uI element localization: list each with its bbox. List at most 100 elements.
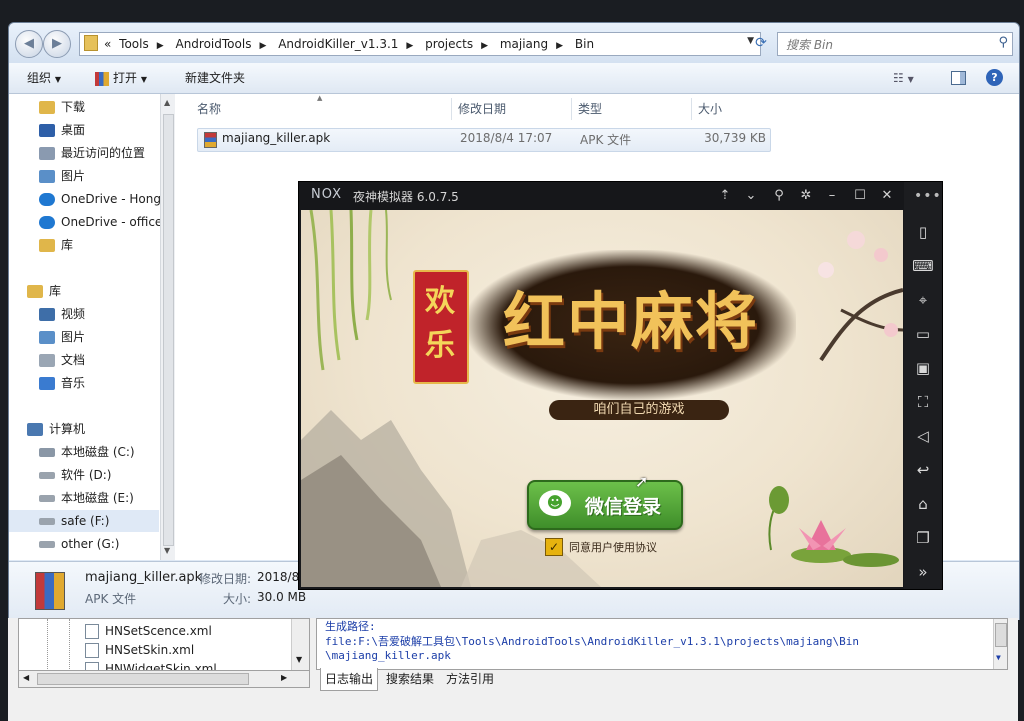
nav-item-library-fav[interactable]: 库 xyxy=(9,234,159,256)
tab-search-results[interactable]: 搜索结果 xyxy=(386,668,434,690)
organize-button[interactable]: 组织 ▼ xyxy=(27,63,61,95)
agree-text[interactable]: 同意用户使用协议 xyxy=(569,539,657,555)
file-row[interactable]: majiang_killer.apk 2018/8/4 17:07 APK 文件… xyxy=(197,128,771,152)
nav-item-music[interactable]: 音乐 xyxy=(9,372,159,394)
close-icon[interactable]: ✕ xyxy=(877,182,897,210)
nox-titlebar[interactable]: NOX 夜神模拟器 6.0.7.5 ⇡ ⌄ ⚲ ✲ – ☐ ✕ xyxy=(299,182,904,210)
refresh-icon[interactable]: ⟳ xyxy=(751,32,771,54)
wechat-login-label: 微信登录 xyxy=(585,496,662,518)
scroll-up-icon[interactable]: ▲ xyxy=(164,98,170,107)
keep-on-top-icon[interactable]: ⇡ xyxy=(715,182,735,210)
address-bar-area: ◀ ▶ « Tools ▶ AndroidTools ▶ AndroidKiller… xyxy=(9,23,1019,63)
recent-apps-icon[interactable]: ❐ xyxy=(904,522,942,554)
column-divider[interactable] xyxy=(571,98,572,120)
shake-phone-icon[interactable]: ▯ xyxy=(904,216,942,248)
scroll-down-icon[interactable]: ▼ xyxy=(164,546,170,555)
breadcrumb-androidkiller[interactable]: AndroidKiller_v1.3.1 xyxy=(278,37,398,51)
scroll-down-icon[interactable]: ▼ xyxy=(996,653,1001,662)
nav-item-desktop[interactable]: 桌面 xyxy=(9,119,159,141)
tab-log-output[interactable]: 日志输出 xyxy=(320,668,379,691)
plum-blossom-icon xyxy=(818,231,903,362)
breadcrumb-majiang[interactable]: majiang xyxy=(500,37,548,51)
minimize-icon[interactable]: – xyxy=(822,182,842,210)
nav-item-drive-e[interactable]: 本地磁盘 (E:) xyxy=(9,487,159,509)
nav-item-libraries[interactable]: 库 xyxy=(9,280,159,302)
column-divider[interactable] xyxy=(451,98,452,120)
breadcrumb-bin[interactable]: Bin xyxy=(575,37,594,51)
screen-icon[interactable]: ▭ xyxy=(904,318,942,350)
chevron-right-icon[interactable]: ▶ xyxy=(481,41,488,51)
volume-icon[interactable]: ◁ xyxy=(904,420,942,452)
home-icon[interactable]: ⌂ xyxy=(904,488,942,520)
help-icon[interactable]: ? xyxy=(986,69,1003,86)
preview-pane-icon[interactable] xyxy=(951,71,966,85)
scroll-down-icon[interactable]: ▼ xyxy=(296,655,302,664)
nav-item-pictures[interactable]: 图片 xyxy=(9,165,159,187)
wechat-login-button[interactable]: ☻ 微信登录 xyxy=(527,480,683,530)
onedrive-icon xyxy=(39,216,55,229)
breadcrumb-projects[interactable]: projects xyxy=(425,37,473,51)
details-size-label: 大小: xyxy=(223,592,252,606)
pin-icon[interactable]: ⚲ xyxy=(769,182,789,210)
agree-checkbox[interactable]: ✓ xyxy=(545,538,563,556)
scroll-left-icon[interactable]: ◀ xyxy=(23,673,29,682)
keyboard-mapping-icon[interactable]: ⌨ xyxy=(904,250,942,282)
nav-item-pictures-lib[interactable]: 图片 xyxy=(9,326,159,348)
tree-hscrollbar[interactable]: ◀ ▶ xyxy=(18,670,310,688)
expand-sidebar-icon[interactable]: » xyxy=(904,556,942,588)
search-icon[interactable]: ⚲ xyxy=(998,35,1008,50)
tree-item[interactable]: HNSetScence.xml xyxy=(85,621,212,641)
search-input[interactable]: 搜索 Bin ⚲ xyxy=(777,32,1013,56)
seal-badge: 欢乐 xyxy=(413,270,469,384)
tree-item[interactable]: HNSetSkin.xml xyxy=(85,640,194,660)
chevron-down-icon[interactable]: ⌄ xyxy=(741,182,761,210)
nav-item-onedrive-hong[interactable]: OneDrive - Hong xyxy=(9,188,161,210)
maximize-icon[interactable]: ☐ xyxy=(850,182,870,210)
nav-item-onedrive-office[interactable]: OneDrive - office xyxy=(9,211,162,233)
tree-vscrollbar[interactable]: ▼ xyxy=(291,619,309,671)
wechat-icon: ☻ xyxy=(539,490,571,516)
tab-method-references[interactable]: 方法引用 xyxy=(446,668,494,690)
nav-item-documents[interactable]: 文档 xyxy=(9,349,159,371)
nox-sidebar-top: ••• xyxy=(904,182,942,210)
breadcrumb-tools[interactable]: Tools xyxy=(119,37,149,51)
nav-item-drive-c[interactable]: 本地磁盘 (C:) xyxy=(9,441,159,463)
open-button[interactable]: 打开 ▼ xyxy=(95,63,147,95)
nav-scroll-thumb[interactable] xyxy=(163,114,174,546)
fullscreen-icon[interactable]: ⛶ xyxy=(904,386,942,418)
column-modified[interactable]: 修改日期 xyxy=(458,100,506,118)
column-size[interactable]: 大小 xyxy=(698,100,722,118)
settings-icon[interactable]: ✲ xyxy=(796,182,816,210)
scroll-right-icon[interactable]: ▶ xyxy=(281,673,287,682)
back-icon[interactable]: ↩ xyxy=(904,454,942,486)
nav-item-drive-d[interactable]: 软件 (D:) xyxy=(9,464,159,486)
nav-item-computer[interactable]: 计算机 xyxy=(9,418,159,440)
more-options-icon[interactable]: ••• xyxy=(914,188,942,204)
chevron-right-icon[interactable]: ▶ xyxy=(556,41,563,51)
chevron-right-icon[interactable]: ▶ xyxy=(157,41,164,51)
hscroll-thumb[interactable] xyxy=(37,673,249,685)
column-type[interactable]: 类型 xyxy=(578,100,602,118)
address-input[interactable]: « Tools ▶ AndroidTools ▶ AndroidKiller_v1.… xyxy=(79,32,761,56)
chevron-right-icon[interactable]: ▶ xyxy=(406,41,413,51)
nav-item-drive-f[interactable]: safe (F:) xyxy=(9,510,159,532)
back-button[interactable]: ◀ xyxy=(15,30,43,58)
apk-install-icon[interactable]: ▣ xyxy=(904,352,942,384)
column-divider[interactable] xyxy=(691,98,692,120)
forward-button[interactable]: ▶ xyxy=(43,30,71,58)
chevron-right-icon[interactable]: ▶ xyxy=(259,41,266,51)
new-folder-button[interactable]: 新建文件夹 xyxy=(185,63,245,93)
nav-item-videos[interactable]: 视频 xyxy=(9,303,159,325)
log-scroll-thumb[interactable] xyxy=(995,623,1007,647)
nav-scrollbar[interactable]: ▲ ▼ xyxy=(160,94,175,560)
nav-item-drive-g[interactable]: other (G:) xyxy=(9,533,159,555)
breadcrumb-overflow-icon[interactable]: « xyxy=(104,37,111,51)
nav-item-downloads[interactable]: 下载 xyxy=(9,96,159,118)
chevron-down-icon: ▼ xyxy=(54,75,61,84)
column-name[interactable]: 名称 xyxy=(197,100,221,118)
location-icon[interactable]: ⌖ xyxy=(904,284,942,316)
view-options-icon[interactable]: ☷ ▼ xyxy=(893,63,914,95)
log-scrollbar[interactable]: ▼ xyxy=(993,619,1007,669)
nav-item-recent[interactable]: 最近访问的位置 xyxy=(9,142,159,164)
breadcrumb-androidtools[interactable]: AndroidTools xyxy=(175,37,251,51)
